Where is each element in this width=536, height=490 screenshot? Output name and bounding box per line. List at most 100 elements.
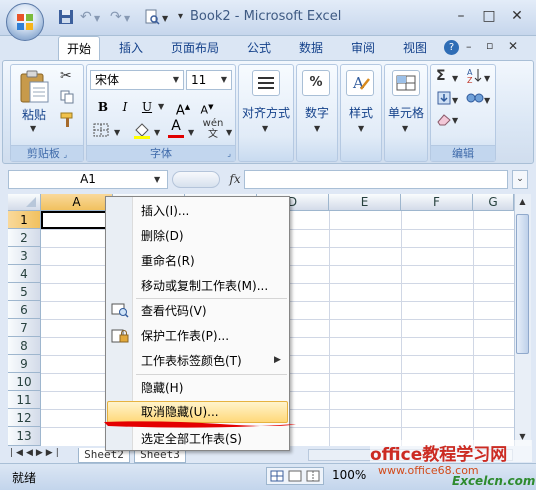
formula-input[interactable] bbox=[244, 170, 508, 189]
row-header-10[interactable]: 10 bbox=[8, 373, 41, 391]
number-dropdown-icon[interactable]: ▼ bbox=[314, 124, 320, 133]
shrink-font-button[interactable]: A▼ bbox=[196, 96, 218, 117]
print-preview-icon[interactable] bbox=[144, 9, 162, 27]
font-name-combo[interactable]: 宋体 ▼ bbox=[90, 70, 184, 90]
paste-dropdown-icon[interactable]: ▼ bbox=[30, 124, 36, 133]
phonetic-guide-icon[interactable]: wén 文 bbox=[200, 118, 226, 140]
number-button[interactable]: 数字 bbox=[296, 104, 338, 121]
menu-item-delete[interactable]: 删除(D) bbox=[141, 225, 184, 247]
row-header-11[interactable]: 11 bbox=[8, 391, 41, 409]
fill-color-icon[interactable] bbox=[132, 120, 152, 140]
grow-font-button[interactable]: A▲ bbox=[172, 96, 194, 118]
scroll-up-icon[interactable]: ▲ bbox=[515, 197, 530, 209]
menu-item-rename[interactable]: 重命名(R) bbox=[141, 250, 195, 272]
select-all-corner[interactable] bbox=[8, 194, 41, 211]
underline-dropdown-icon[interactable]: ▼ bbox=[158, 102, 164, 111]
clear-icon[interactable] bbox=[436, 112, 452, 126]
name-box-dropdown-icon[interactable]: ▼ bbox=[154, 175, 160, 184]
cells-button[interactable]: 单元格 bbox=[384, 104, 428, 121]
column-header-g[interactable]: G bbox=[473, 194, 514, 211]
column-header-f[interactable]: F bbox=[401, 194, 473, 211]
insert-function-button[interactable]: fx bbox=[226, 171, 244, 188]
ribbon-minimize-icon[interactable]: – bbox=[466, 40, 472, 53]
cells-dropdown-icon[interactable]: ▼ bbox=[402, 124, 408, 133]
row-header-2[interactable]: 2 bbox=[8, 229, 41, 247]
bold-button[interactable]: B bbox=[92, 96, 114, 116]
row-header-1[interactable]: 1 bbox=[8, 211, 41, 229]
vertical-scroll-thumb[interactable] bbox=[516, 214, 529, 354]
font-size-combo[interactable]: 11 ▼ bbox=[186, 70, 232, 90]
tab-home[interactable]: 开始 bbox=[58, 36, 100, 60]
format-painter-icon[interactable] bbox=[60, 112, 76, 128]
tab-review[interactable]: 审阅 bbox=[342, 36, 384, 60]
row-header-4[interactable]: 4 bbox=[8, 265, 41, 283]
menu-item-insert[interactable]: 插入(I)... bbox=[141, 200, 189, 222]
borders-icon[interactable] bbox=[92, 122, 110, 138]
alignment-button[interactable]: 对齐方式 bbox=[238, 104, 294, 121]
styles-button[interactable]: 样式 bbox=[340, 104, 382, 121]
alignment-icon bbox=[252, 70, 280, 96]
view-buttons[interactable] bbox=[266, 467, 324, 485]
borders-dropdown-icon[interactable]: ▼ bbox=[114, 128, 120, 137]
menu-item-protect-sheet[interactable]: 保护工作表(P)... bbox=[141, 325, 229, 347]
row-header-13[interactable]: 13 bbox=[8, 427, 41, 446]
name-box[interactable]: A1 bbox=[8, 170, 168, 189]
fill-dropdown-icon[interactable]: ▼ bbox=[452, 96, 458, 105]
tab-view[interactable]: 视图 bbox=[394, 36, 436, 60]
save-icon[interactable] bbox=[58, 9, 76, 27]
autosum-icon[interactable]: Σ bbox=[436, 68, 446, 84]
menu-item-tab-color[interactable]: 工作表标签颜色(T) bbox=[141, 350, 242, 372]
copy-icon[interactable] bbox=[60, 90, 74, 104]
tab-formulas[interactable]: 公式 bbox=[238, 36, 280, 60]
phonetic-dropdown-icon[interactable]: ▼ bbox=[226, 128, 232, 137]
clear-dropdown-icon[interactable]: ▼ bbox=[452, 116, 458, 125]
find-select-dropdown-icon[interactable]: ▼ bbox=[484, 96, 490, 105]
maximize-button[interactable]: □ bbox=[476, 6, 502, 26]
row-header-12[interactable]: 12 bbox=[8, 409, 41, 427]
window-title: Book2 - Microsoft Excel bbox=[190, 9, 342, 24]
row-header-3[interactable]: 3 bbox=[8, 247, 41, 265]
row-header-9[interactable]: 9 bbox=[8, 355, 41, 373]
styles-dropdown-icon[interactable]: ▼ bbox=[358, 124, 364, 133]
sort-filter-dropdown-icon[interactable]: ▼ bbox=[484, 74, 490, 83]
fill-icon[interactable] bbox=[436, 90, 452, 106]
column-header-e[interactable]: E bbox=[329, 194, 401, 211]
protect-sheet-icon bbox=[111, 327, 129, 343]
row-header-6[interactable]: 6 bbox=[8, 301, 41, 319]
column-header-a[interactable]: A bbox=[41, 194, 113, 211]
paste-icon[interactable] bbox=[18, 70, 50, 104]
close-button[interactable]: ✕ bbox=[504, 6, 530, 26]
paste-button[interactable]: 粘贴 bbox=[18, 106, 50, 123]
active-cell-a1[interactable] bbox=[41, 211, 113, 229]
sort-filter-icon[interactable]: AZ bbox=[466, 66, 484, 85]
menu-item-move-copy[interactable]: 移动或复制工作表(M)... bbox=[141, 275, 268, 297]
redo-dropdown-icon[interactable]: ▼ bbox=[124, 14, 142, 32]
italic-button[interactable]: I bbox=[114, 96, 136, 116]
row-header-5[interactable]: 5 bbox=[8, 283, 41, 301]
tab-insert[interactable]: 插入 bbox=[110, 36, 152, 60]
ribbon-restore-icon[interactable]: ▫ bbox=[486, 39, 493, 52]
font-color-dropdown-icon[interactable]: ▼ bbox=[188, 128, 194, 137]
cut-icon[interactable]: ✂ bbox=[60, 68, 72, 84]
fill-color-dropdown-icon[interactable]: ▼ bbox=[154, 128, 160, 137]
expand-formula-bar-icon[interactable]: ⌄ bbox=[512, 170, 528, 189]
underline-button[interactable]: U bbox=[136, 96, 158, 116]
alignment-dropdown-icon[interactable]: ▼ bbox=[262, 124, 268, 133]
chevron-down-icon: ▼ bbox=[220, 75, 227, 84]
office-button[interactable] bbox=[6, 3, 44, 41]
sheet-nav-icons[interactable]: |◀◀▶▶| bbox=[10, 448, 62, 458]
tab-page-layout[interactable]: 页面布局 bbox=[164, 36, 226, 60]
menu-item-hide[interactable]: 隐藏(H) bbox=[141, 377, 183, 399]
minimize-button[interactable]: – bbox=[448, 6, 474, 26]
row-header-8[interactable]: 8 bbox=[8, 337, 41, 355]
font-color-icon[interactable]: A bbox=[166, 118, 186, 140]
zoom-level[interactable]: 100% bbox=[332, 468, 366, 482]
autosum-dropdown-icon[interactable]: ▼ bbox=[452, 74, 458, 83]
row-header-7[interactable]: 7 bbox=[8, 319, 41, 337]
menu-item-view-code[interactable]: 查看代码(V) bbox=[141, 300, 207, 322]
tab-data[interactable]: 数据 bbox=[290, 36, 332, 60]
find-select-icon[interactable] bbox=[466, 90, 484, 106]
help-icon[interactable]: ? bbox=[444, 40, 459, 55]
formula-bar-handle[interactable] bbox=[172, 171, 220, 188]
ribbon-close-icon[interactable]: ✕ bbox=[508, 39, 518, 53]
